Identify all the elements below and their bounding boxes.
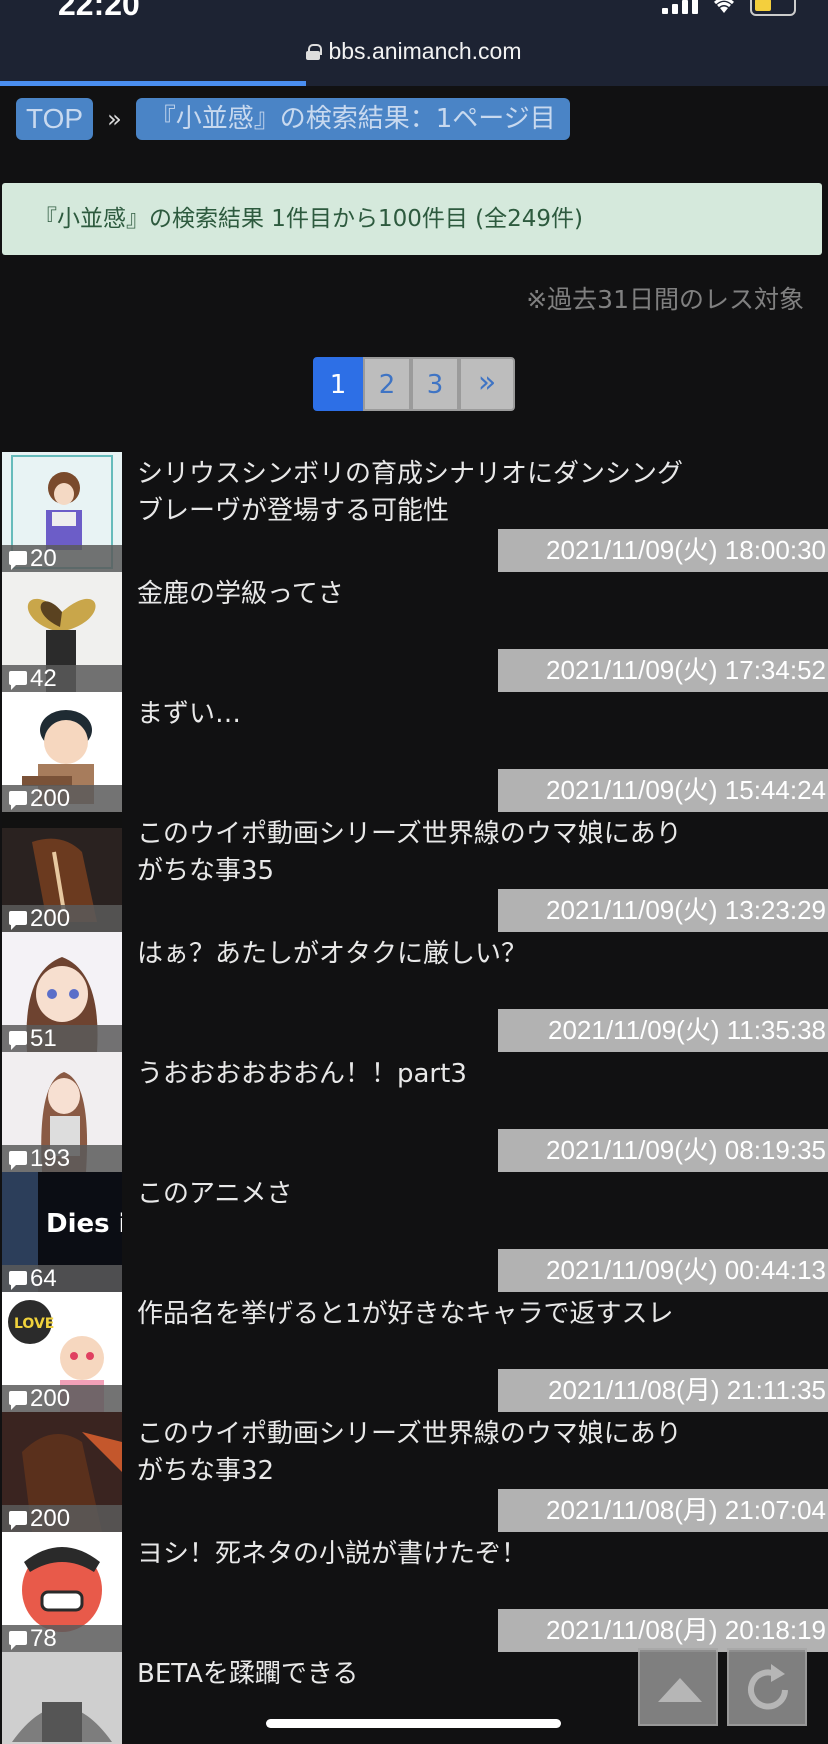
thread-title[interactable]: まずい… [137, 696, 737, 733]
reply-count: 200 [2, 1385, 122, 1412]
thread-title[interactable]: このウイポ動画シリーズ世界線のウマ娘にあり がちな事32 [137, 1416, 737, 1490]
browser-top-bar: 22:20 bbs.animanch.com [0, 0, 828, 86]
thread-date: 2021/11/08(月) 21:07:04 [498, 1489, 828, 1532]
search-scope-note: ※過去31日間のレス対象 [526, 285, 804, 314]
comment-icon [9, 671, 27, 690]
thread-title[interactable]: ヨシ！死ネタの小説が書けたぞ！ [137, 1536, 737, 1573]
battery-icon [750, 0, 796, 16]
comment-icon [9, 1151, 27, 1170]
home-indicator [266, 1719, 561, 1728]
page-3-button[interactable]: 3 [411, 357, 459, 411]
comment-icon [9, 791, 27, 810]
thread-row[interactable]: 193 うおおおおおおん！！part3 2021/11/09(火) 08:19:… [0, 1052, 828, 1172]
reply-count: 200 [2, 1505, 122, 1532]
thread-date: 2021/11/09(火) 17:34:52 [498, 649, 828, 692]
comment-icon [9, 1391, 27, 1410]
thread-title[interactable]: 金鹿の学級ってさ [137, 576, 737, 613]
reply-count: 193 [2, 1145, 122, 1172]
url-text: bbs.animanch.com [328, 38, 522, 64]
comment-icon [9, 1271, 27, 1290]
lock-icon [306, 44, 323, 60]
thread-list: 20 シリウスシンボリの育成シナリオにダンシング ブレーヴが登場する可能性 20… [0, 452, 828, 1744]
thread-thumbnail: 20 [2, 452, 122, 572]
thread-title[interactable]: このアニメさ [137, 1176, 737, 1213]
thread-date: 2021/11/09(火) 11:35:38 [498, 1009, 828, 1052]
refresh-button[interactable] [727, 1648, 807, 1726]
thread-row[interactable]: 42 金鹿の学級ってさ 2021/11/09(火) 17:34:52 [0, 572, 828, 692]
thread-thumbnail: 193 [2, 1052, 122, 1172]
page-load-progress [0, 81, 307, 86]
thread-thumbnail: 51 [2, 932, 122, 1052]
status-time: 22:20 [58, 0, 140, 22]
reply-count: 51 [2, 1025, 122, 1052]
breadcrumb-separator: » [107, 105, 122, 133]
thread-row[interactable]: LOVE 200 作品名を挙げると1が好きなキャラで返すスレ 2021/11/0… [0, 1292, 828, 1412]
thread-row[interactable]: 200 このウイポ動画シリーズ世界線のウマ娘にあり がちな事35 2021/11… [0, 812, 828, 932]
thread-date: 2021/11/09(火) 18:00:30 [498, 529, 828, 572]
thread-title[interactable]: このウイポ動画シリーズ世界線のウマ娘にあり がちな事35 [137, 816, 737, 890]
page-1-button[interactable]: 1 [313, 357, 363, 411]
breadcrumb: TOP » 『小並感』の検索結果：1ページ目 [16, 98, 570, 140]
thread-title[interactable]: 作品名を挙げると1が好きなキャラで返すスレ [137, 1296, 737, 1333]
thread-date: 2021/11/08(月) 21:11:35 [498, 1369, 828, 1412]
thread-title[interactable]: はぁ？あたしがオタクに厳しい？ [137, 936, 737, 973]
thread-row[interactable]: 20 シリウスシンボリの育成シナリオにダンシング ブレーヴが登場する可能性 20… [0, 452, 828, 572]
breadcrumb-top-link[interactable]: TOP [16, 98, 94, 140]
reply-count: 64 [2, 1265, 122, 1292]
comment-icon [9, 1031, 27, 1050]
signal-icon [662, 0, 698, 14]
thread-date: 2021/11/09(火) 08:19:35 [498, 1129, 828, 1172]
thread-thumbnail: 200 [2, 692, 122, 812]
thread-date: 2021/11/09(火) 13:23:29 [498, 889, 828, 932]
reply-count: 200 [2, 905, 122, 932]
url-bar[interactable]: bbs.animanch.com [0, 38, 828, 65]
thread-date: 2021/11/09(火) 15:44:24 [498, 769, 828, 812]
thread-date: 2021/11/08(月) 20:18:19 [498, 1609, 828, 1652]
scroll-up-icon [658, 1678, 702, 1702]
thread-thumbnail: 200 [2, 812, 122, 932]
comment-icon [9, 911, 27, 930]
reply-count: 78 [2, 1625, 122, 1652]
thread-row[interactable]: 78 ヨシ！死ネタの小説が書けたぞ！ 2021/11/08(月) 20:18:1… [0, 1532, 828, 1652]
refresh-icon [748, 1664, 788, 1710]
thread-title[interactable]: シリウスシンボリの育成シナリオにダンシング ブレーヴが登場する可能性 [137, 456, 737, 530]
thread-row[interactable]: Dies i 64 このアニメさ 2021/11/09(火) 00:44:13 [0, 1172, 828, 1292]
thread-date: 2021/11/09(火) 00:44:13 [498, 1249, 828, 1292]
wifi-icon [714, 0, 734, 13]
thread-thumbnail: Dies i 64 [2, 1172, 122, 1292]
next-page-button[interactable]: » [459, 357, 515, 411]
svg-text:Dies i: Dies i [46, 1209, 122, 1239]
reply-count: 42 [2, 665, 122, 692]
search-result-summary: 『小並感』の検索結果 1件目から100件目 (全249件) [2, 183, 822, 255]
reply-count: 200 [2, 785, 122, 812]
thread-row[interactable]: 200 このウイポ動画シリーズ世界線のウマ娘にあり がちな事32 2021/11… [0, 1412, 828, 1532]
thread-row[interactable]: 200 まずい… 2021/11/09(火) 15:44:24 [0, 692, 828, 812]
thread-thumbnail [2, 1652, 122, 1744]
svg-text:LOVE: LOVE [14, 1316, 54, 1332]
thread-title[interactable]: うおおおおおおん！！part3 [137, 1056, 737, 1093]
comment-icon [9, 1511, 27, 1530]
status-icons [662, 0, 796, 16]
comment-icon [9, 1631, 27, 1650]
breadcrumb-current[interactable]: 『小並感』の検索結果：1ページ目 [135, 98, 570, 140]
comment-icon [9, 551, 27, 570]
thread-thumbnail: 200 [2, 1412, 122, 1532]
reply-count: 20 [2, 545, 122, 572]
thread-row[interactable]: 51 はぁ？あたしがオタクに厳しい？ 2021/11/09(火) 11:35:3… [0, 932, 828, 1052]
thread-thumbnail: 78 [2, 1532, 122, 1652]
thread-thumbnail: 42 [2, 572, 122, 692]
scroll-to-top-button[interactable] [638, 1648, 718, 1726]
page-2-button[interactable]: 2 [363, 357, 411, 411]
thread-thumbnail: LOVE 200 [2, 1292, 122, 1412]
pagination: 1 2 3 » [313, 357, 515, 411]
